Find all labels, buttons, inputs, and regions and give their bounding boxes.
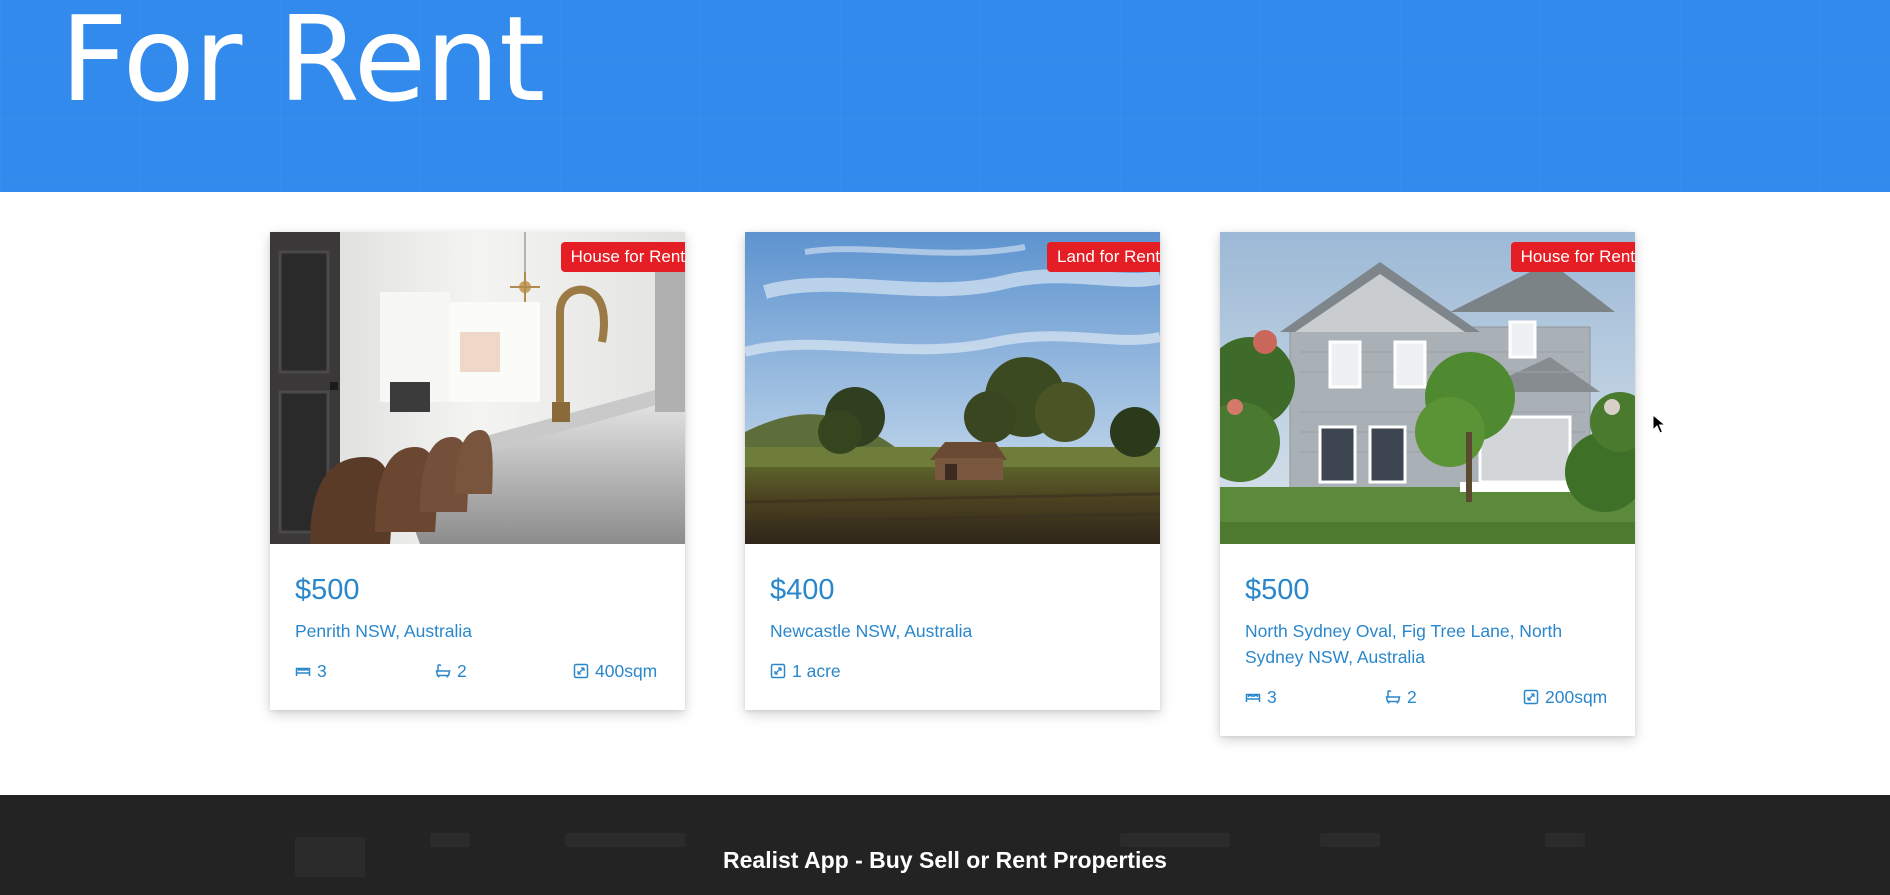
listing-address[interactable]: North Sydney Oval, Fig Tree Lane, North … <box>1245 618 1610 670</box>
listing-price: $500 <box>295 574 360 606</box>
bedrooms-count: 3 <box>1267 687 1277 707</box>
listing-address[interactable]: Newcastle NSW, Australia <box>770 618 1135 644</box>
footer-title: Realist App - Buy Sell or Rent Propertie… <box>723 847 1167 873</box>
house-photo <box>1220 232 1635 544</box>
listing-photo[interactable]: House for Rent <box>270 232 685 544</box>
bedrooms-feature: 3 <box>295 658 327 684</box>
kitchen-photo <box>270 232 685 544</box>
area-feature: 400sqm <box>573 658 657 684</box>
area-icon <box>770 663 786 679</box>
area-value: 1 acre <box>792 661 841 681</box>
listing-features: 3 2 200sqm <box>1245 684 1610 710</box>
area-feature: 200sqm <box>1523 684 1607 710</box>
bath-icon <box>1385 689 1401 705</box>
listing-features: 1 acre <box>770 658 1135 684</box>
listing-price: $400 <box>770 574 835 606</box>
listing-details: $500 North Sydney Oval, Fig Tree Lane, N… <box>1220 544 1635 710</box>
listing-type-badge: House for Rent <box>1510 242 1635 272</box>
listing-photo[interactable]: Land for Rent <box>745 232 1160 544</box>
listing-features: 3 2 400sqm <box>295 658 660 684</box>
bed-icon <box>1245 689 1261 705</box>
bathrooms-count: 2 <box>457 661 467 681</box>
bedrooms-count: 3 <box>317 661 327 681</box>
page-title: For Rent <box>60 0 545 128</box>
farmland-photo <box>745 232 1160 544</box>
bed-icon <box>295 663 311 679</box>
bathrooms-feature: 2 <box>435 658 467 684</box>
listing-type-badge: Land for Rent <box>1046 242 1160 272</box>
listing-photo[interactable]: House for Rent <box>1220 232 1635 544</box>
listing-card[interactable]: House for Rent $500 Penrith NSW, Austral… <box>270 232 685 710</box>
listing-card[interactable]: Land for Rent $400 Newcastle NSW, Austra… <box>745 232 1160 710</box>
mouse-cursor-icon <box>1652 414 1666 434</box>
listing-details: $500 Penrith NSW, Australia 3 2 400sqm <box>270 544 685 684</box>
bath-icon <box>435 663 451 679</box>
area-icon <box>573 663 589 679</box>
listing-card[interactable]: House for Rent $500 North Sydney Oval, F… <box>1220 232 1635 736</box>
listing-type-badge: House for Rent <box>560 242 685 272</box>
area-feature: 1 acre <box>770 658 841 684</box>
bathrooms-count: 2 <box>1407 687 1417 707</box>
bathrooms-feature: 2 <box>1385 684 1417 710</box>
area-icon <box>1523 689 1539 705</box>
area-value: 400sqm <box>595 661 658 681</box>
listing-details: $400 Newcastle NSW, Australia 1 acre <box>745 544 1160 684</box>
footer: Realist App - Buy Sell or Rent Propertie… <box>0 795 1890 895</box>
bedrooms-feature: 3 <box>1245 684 1277 710</box>
listing-address[interactable]: Penrith NSW, Australia <box>295 618 660 644</box>
hero-banner: For Rent <box>0 0 1890 192</box>
listing-price: $500 <box>1245 574 1310 606</box>
area-value: 200sqm <box>1545 687 1608 707</box>
listings-grid: House for Rent $500 Penrith NSW, Austral… <box>0 232 1890 752</box>
